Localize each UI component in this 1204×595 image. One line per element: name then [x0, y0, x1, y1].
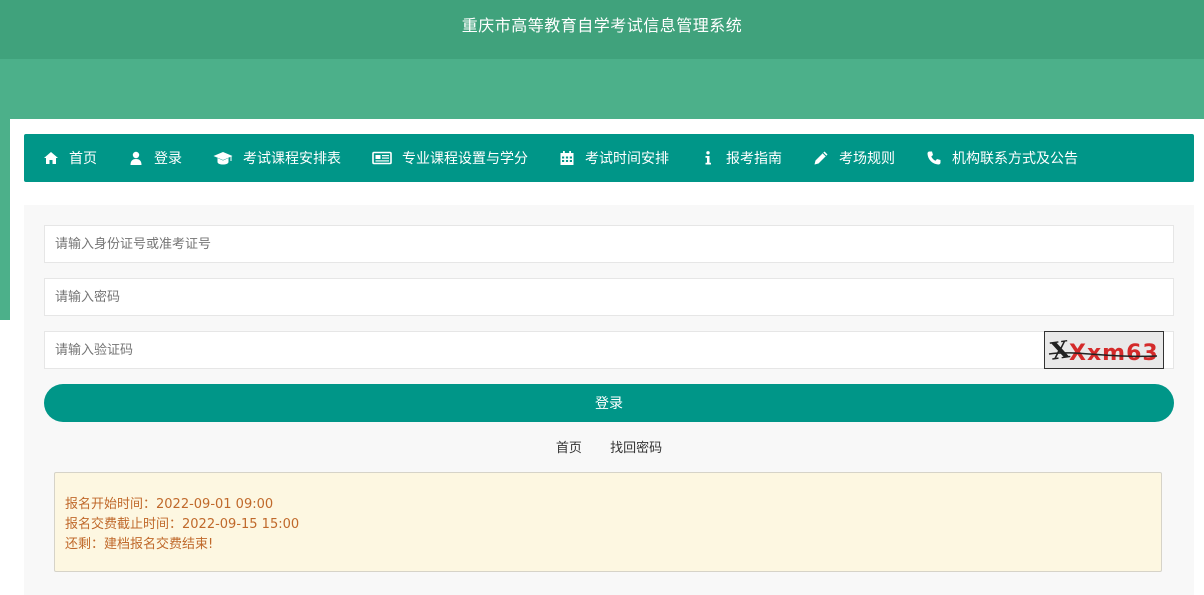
captcha-input[interactable] — [44, 331, 1174, 369]
pencil-icon — [813, 150, 829, 166]
login-links: 首页 找回密码 — [44, 437, 1174, 459]
captcha-image[interactable]: X Xxm63 — [1044, 331, 1164, 369]
nav-item-contact[interactable]: 机构联系方式及公告 — [926, 134, 1078, 182]
registration-notice: 报名开始时间：2022-09-01 09:00 报名交费截止时间：2022-09… — [54, 472, 1162, 572]
newspaper-icon — [372, 150, 392, 166]
login-button[interactable]: 登录 — [44, 384, 1174, 422]
main-nav: 首页 登录 考试课程安排表 专业课程设置与学分 考试时间安排 报考指南 考场规则… — [24, 134, 1194, 182]
user-icon — [128, 150, 144, 166]
nav-label: 考试课程安排表 — [243, 151, 341, 167]
nav-label: 专业课程设置与学分 — [402, 151, 528, 167]
nav-label: 登录 — [154, 151, 182, 167]
home-icon — [43, 150, 59, 166]
remaining-status: 还剩：建档报名交费结束! — [65, 537, 214, 552]
nav-item-major-courses[interactable]: 专业课程设置与学分 — [372, 134, 528, 182]
home-link[interactable]: 首页 — [556, 441, 582, 456]
phone-icon — [926, 150, 942, 166]
payment-deadline: 报名交费截止时间：2022-09-15 15:00 — [65, 517, 300, 532]
page-header: 重庆市高等教育自学考试信息管理系统 — [0, 0, 1204, 59]
calendar-icon — [559, 150, 575, 166]
captcha-graphic: X Xxm63 — [1045, 332, 1163, 368]
nav-label: 机构联系方式及公告 — [952, 151, 1078, 167]
nav-label: 首页 — [69, 151, 97, 167]
password-input[interactable] — [44, 278, 1174, 316]
recover-password-link[interactable]: 找回密码 — [610, 441, 662, 456]
nav-item-guide[interactable]: 报考指南 — [700, 134, 782, 182]
registration-start-time: 报名开始时间：2022-09-01 09:00 — [65, 497, 274, 512]
nav-item-course-schedule[interactable]: 考试课程安排表 — [213, 134, 341, 182]
nav-label: 报考指南 — [726, 151, 782, 167]
system-title: 重庆市高等教育自学考试信息管理系统 — [461, 16, 743, 35]
nav-item-exam-rules[interactable]: 考场规则 — [813, 134, 895, 182]
id-number-input[interactable] — [44, 225, 1174, 263]
nav-item-login[interactable]: 登录 — [128, 134, 182, 182]
nav-label: 考场规则 — [839, 151, 895, 167]
nav-label: 考试时间安排 — [585, 151, 669, 167]
nav-item-exam-time[interactable]: 考试时间安排 — [559, 134, 669, 182]
nav-item-home[interactable]: 首页 — [43, 134, 97, 182]
graduation-cap-icon — [213, 150, 233, 166]
info-icon — [700, 150, 716, 166]
